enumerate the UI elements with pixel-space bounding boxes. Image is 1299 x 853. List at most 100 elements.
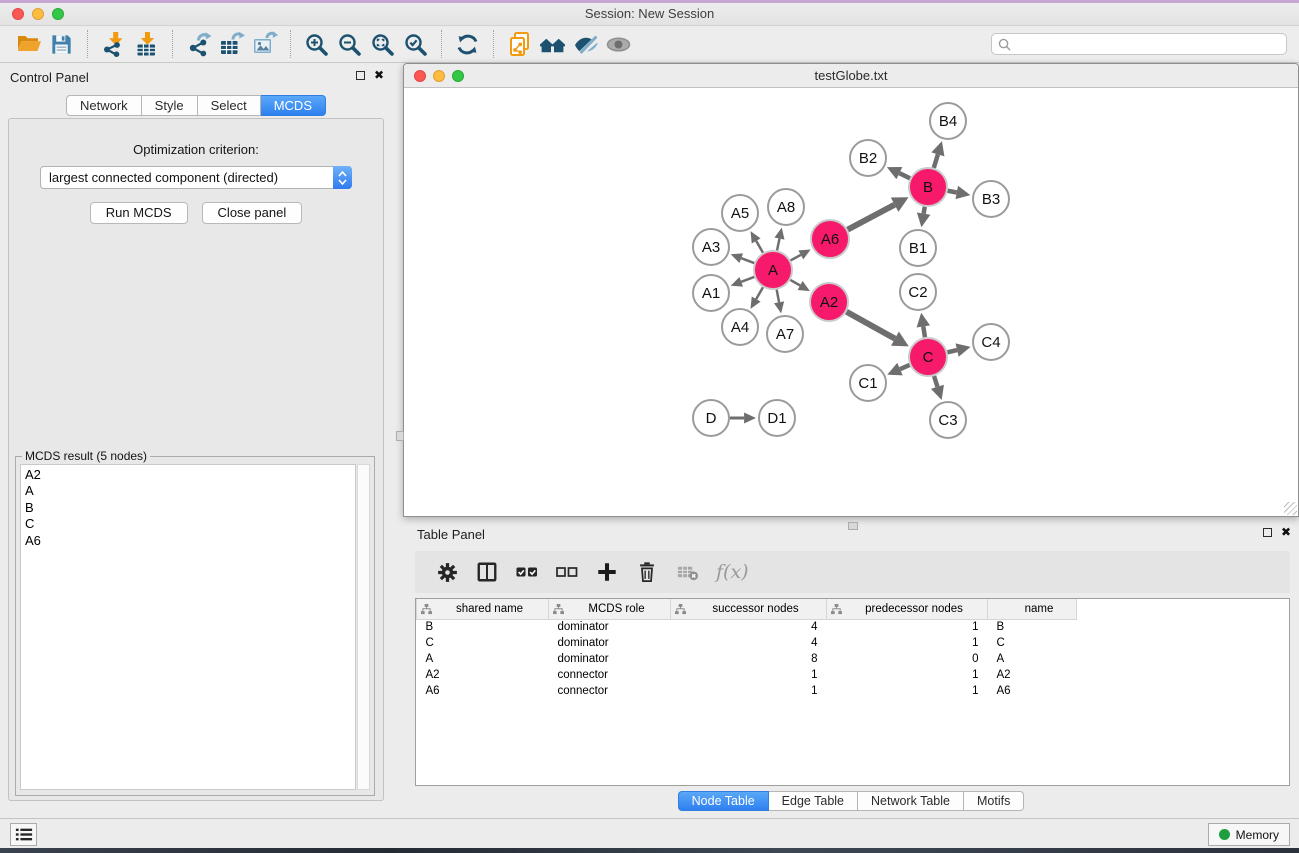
export-table-icon[interactable] <box>215 29 248 59</box>
memory-button[interactable]: Memory <box>1208 823 1290 846</box>
float-panel-icon[interactable] <box>1263 528 1272 537</box>
table-row-c[interactable]: Cdominator41C <box>417 635 1077 651</box>
refresh-layout-icon[interactable] <box>451 29 484 59</box>
close-window-button[interactable] <box>12 8 24 20</box>
table-row-b[interactable]: Bdominator41B <box>417 619 1077 635</box>
cell-shared-name[interactable]: A <box>417 651 549 667</box>
column-header-mcds-role[interactable]: MCDS role <box>549 599 671 619</box>
show-network-icon[interactable] <box>602 29 635 59</box>
criterion-select[interactable]: largest connected component (directed) <box>40 166 352 189</box>
tab-network[interactable]: Network <box>66 95 142 116</box>
graph-edge-A2-C[interactable] <box>846 312 894 339</box>
result-item-a[interactable]: A <box>25 483 355 499</box>
search-field[interactable] <box>991 33 1287 55</box>
cell-name[interactable]: B <box>988 619 1077 635</box>
zoom-out-icon[interactable] <box>333 29 366 59</box>
create-new-column-icon[interactable] <box>594 559 620 585</box>
tab-select[interactable]: Select <box>198 95 261 116</box>
graph-edge-A-A2[interactable] <box>790 280 800 286</box>
column-header-name[interactable]: name <box>988 599 1077 619</box>
tab-style[interactable]: Style <box>142 95 198 116</box>
zoom-fit-icon[interactable] <box>366 29 399 59</box>
result-item-a2[interactable]: A2 <box>25 467 355 483</box>
close-panel-button[interactable]: Close panel <box>202 202 303 224</box>
cell-mcds-role[interactable]: dominator <box>549 651 671 667</box>
column-header-shared-name[interactable]: shared name <box>417 599 549 619</box>
tab-edge-table[interactable]: Edge Table <box>769 791 858 811</box>
graph-edge-C-C1[interactable] <box>900 365 910 369</box>
resize-grip-icon[interactable] <box>1284 502 1297 515</box>
float-panel-icon[interactable] <box>356 71 365 80</box>
cell-predecessor-nodes[interactable]: 1 <box>827 619 988 635</box>
tab-mcds[interactable]: MCDS <box>261 95 326 116</box>
minimize-window-button[interactable] <box>433 70 445 82</box>
unselect-all-columns-icon[interactable] <box>554 559 580 585</box>
graph-edge-B-B3[interactable] <box>948 191 957 193</box>
cell-mcds-role[interactable]: connector <box>549 683 671 699</box>
graph-edge-A-A7[interactable] <box>777 290 779 303</box>
zoom-window-button[interactable] <box>52 8 64 20</box>
column-header-successor-nodes[interactable]: successor nodes <box>671 599 827 619</box>
result-item-a6[interactable]: A6 <box>25 533 355 549</box>
import-network-icon[interactable] <box>97 29 130 59</box>
export-image-icon[interactable] <box>248 29 281 59</box>
export-network-icon[interactable] <box>182 29 215 59</box>
column-header-predecessor-nodes[interactable]: predecessor nodes <box>827 599 988 619</box>
task-history-button[interactable] <box>10 823 37 846</box>
cell-mcds-role[interactable]: dominator <box>549 619 671 635</box>
graph-edge-C-C3[interactable] <box>934 376 937 387</box>
graph-edge-C-C2[interactable] <box>923 326 925 337</box>
graph-edge-A-A5[interactable] <box>756 241 763 253</box>
cell-name[interactable]: A <box>988 651 1077 667</box>
cell-shared-name[interactable]: B <box>417 619 549 635</box>
hide-network-icon[interactable] <box>569 29 602 59</box>
graph-edge-A-A8[interactable] <box>777 239 779 251</box>
cell-shared-name[interactable]: C <box>417 635 549 651</box>
graph-edge-A-A4[interactable] <box>756 287 763 299</box>
open-session-icon[interactable] <box>12 29 45 59</box>
cell-successor-nodes[interactable]: 4 <box>671 635 827 651</box>
zoom-selected-icon[interactable] <box>399 29 432 59</box>
graph-edge-B-B1[interactable] <box>924 207 925 214</box>
cell-predecessor-nodes[interactable]: 0 <box>827 651 988 667</box>
graph-edge-A-A1[interactable] <box>741 277 754 282</box>
delete-columns-icon[interactable] <box>634 559 660 585</box>
cell-mcds-role[interactable]: dominator <box>549 635 671 651</box>
tab-motifs[interactable]: Motifs <box>964 791 1024 811</box>
close-panel-icon[interactable]: ✖ <box>1281 527 1291 538</box>
minimize-window-button[interactable] <box>32 8 44 20</box>
cell-name[interactable]: A2 <box>988 667 1077 683</box>
cell-predecessor-nodes[interactable]: 1 <box>827 635 988 651</box>
table-row-a6[interactable]: A6connector11A6 <box>417 683 1077 699</box>
show-columns-icon[interactable] <box>474 559 500 585</box>
tab-node-table[interactable]: Node Table <box>678 791 769 811</box>
graph-edge-B-B2[interactable] <box>899 173 910 178</box>
result-scrollbar[interactable] <box>357 464 370 790</box>
cell-successor-nodes[interactable]: 8 <box>671 651 827 667</box>
table-row-a[interactable]: Adominator80A <box>417 651 1077 667</box>
graph-edge-A-A6[interactable] <box>791 255 801 261</box>
tab-network-table[interactable]: Network Table <box>858 791 964 811</box>
result-item-b[interactable]: B <box>25 500 355 516</box>
graph-edge-C-C4[interactable] <box>947 350 957 352</box>
duplicate-network-icon[interactable] <box>503 29 536 59</box>
graph-edge-B-B4[interactable] <box>934 154 938 168</box>
graph-edge-A6-B[interactable] <box>848 205 895 230</box>
cell-successor-nodes[interactable]: 4 <box>671 619 827 635</box>
cell-shared-name[interactable]: A6 <box>417 683 549 699</box>
select-all-columns-icon[interactable] <box>514 559 540 585</box>
search-input[interactable] <box>1015 36 1280 52</box>
zoom-in-icon[interactable] <box>300 29 333 59</box>
cell-successor-nodes[interactable]: 1 <box>671 683 827 699</box>
zoom-window-button[interactable] <box>452 70 464 82</box>
close-window-button[interactable] <box>414 70 426 82</box>
vertical-splitter-handle[interactable] <box>396 431 404 441</box>
settings-gear-icon[interactable] <box>434 559 460 585</box>
cell-name[interactable]: C <box>988 635 1077 651</box>
cell-successor-nodes[interactable]: 1 <box>671 667 827 683</box>
cell-shared-name[interactable]: A2 <box>417 667 549 683</box>
cell-name[interactable]: A6 <box>988 683 1077 699</box>
network-canvas[interactable]: AA1A2A3A4A5A6A7A8BB1B2B3B4CC1C2C3C4DD1 <box>405 89 1297 515</box>
table-row-a2[interactable]: A2connector11A2 <box>417 667 1077 683</box>
cell-predecessor-nodes[interactable]: 1 <box>827 667 988 683</box>
